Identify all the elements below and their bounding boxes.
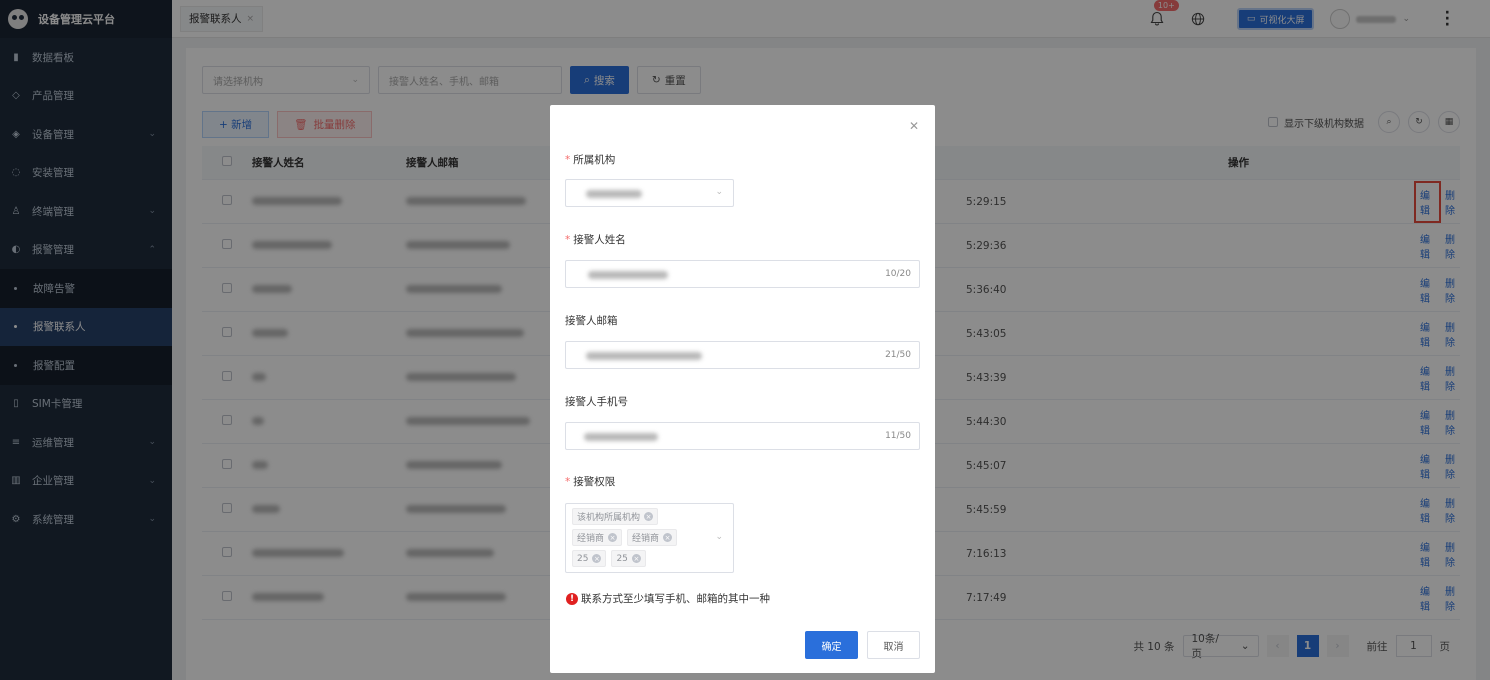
tag-label: 25 (577, 553, 589, 564)
email-value-redacted (586, 352, 702, 360)
phone-input[interactable]: 11/50 (565, 422, 920, 450)
name-value-redacted (588, 271, 668, 279)
permission-tag: 经销商 × (572, 529, 623, 546)
chevron-down-icon: ⌄ (715, 532, 723, 542)
org-label: * 所属机构 (565, 154, 616, 166)
phone-value-redacted (584, 433, 658, 441)
tag-close-icon[interactable]: × (663, 533, 673, 542)
tag-row: 该机构所属机构 × (572, 508, 727, 525)
org-select-field[interactable]: ⌄ (565, 179, 734, 207)
tag-close-icon[interactable]: × (608, 533, 618, 542)
name-char-count: 10/20 (885, 269, 911, 279)
hint-text: 联系方式至少填写手机、邮箱的其中一种 (581, 593, 770, 605)
tag-label: 25 (616, 553, 628, 564)
permission-multiselect[interactable]: ⌄ 该机构所属机构 × 经销商 × 经销商 × 25 × 25 × (565, 503, 734, 573)
edit-contact-dialog: ✕ * 所属机构 ⌄ * 接警人姓名 10/20 接警人邮箱 21/50 接警人手机… (550, 105, 935, 673)
tag-close-icon[interactable]: × (592, 554, 602, 563)
email-char-count: 21/50 (885, 350, 911, 360)
phone-char-count: 11/50 (885, 431, 911, 441)
name-label: * 接警人姓名 (565, 234, 626, 246)
permission-tag: 该机构所属机构 × (572, 508, 659, 525)
contact-hint: ! 联系方式至少填写手机、邮箱的其中一种 (566, 591, 770, 606)
tag-label: 该机构所属机构 (577, 513, 641, 523)
name-input[interactable]: 10/20 (565, 260, 920, 288)
permission-label: * 接警权限 (565, 476, 616, 488)
permission-tag: 经销商 × (627, 529, 678, 546)
phone-label: 接警人手机号 (565, 396, 628, 408)
warning-icon: ! (566, 592, 578, 605)
org-value-redacted (586, 190, 642, 198)
confirm-button[interactable]: 确定 (805, 631, 858, 659)
tag-row: 经销商 × 经销商 × (572, 529, 727, 546)
cancel-button[interactable]: 取消 (867, 631, 920, 659)
email-label: 接警人邮箱 (565, 315, 618, 327)
chevron-down-icon: ⌄ (715, 187, 723, 197)
close-icon[interactable]: ✕ (909, 119, 919, 133)
permission-tag: 25 × (572, 550, 607, 567)
tag-label: 经销商 (577, 534, 605, 544)
permission-tag: 25 × (611, 550, 646, 567)
tag-row: 25 × 25 × (572, 550, 727, 567)
tag-label: 经销商 (632, 534, 660, 544)
tag-close-icon[interactable]: × (644, 512, 654, 521)
tag-close-icon[interactable]: × (631, 554, 641, 563)
email-input[interactable]: 21/50 (565, 341, 920, 369)
